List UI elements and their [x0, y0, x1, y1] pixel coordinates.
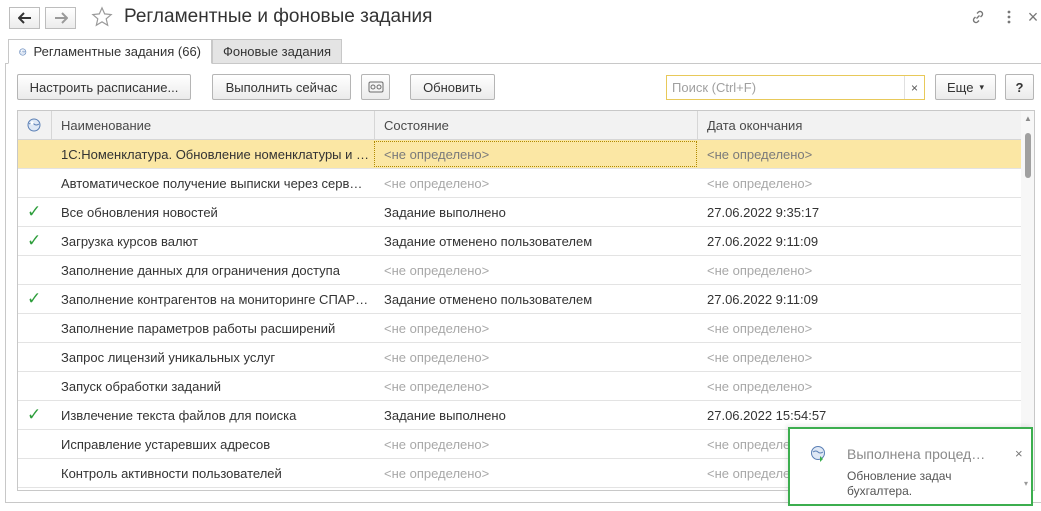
search-input[interactable] [670, 78, 900, 97]
job-name-cell [51, 488, 374, 490]
status-check-icon [18, 314, 51, 342]
job-state-cell: <не определено> [384, 146, 490, 162]
job-name-cell: Загрузка курсов валют [61, 233, 198, 249]
column-header-name[interactable]: Наименование [51, 111, 374, 139]
status-check-icon [18, 343, 51, 371]
tab-label: Фоновые задания [223, 44, 332, 59]
tab-scheduled-jobs[interactable]: Регламентные задания (66) [8, 39, 212, 64]
job-state-cell: Задание выполнено [384, 204, 506, 220]
run-now-button[interactable]: Выполнить сейчас [212, 74, 351, 100]
job-name-cell: 1С:Номенклатура. Обновление номенклатуры… [61, 146, 370, 162]
table-row[interactable]: ✓ Заполнение контрагентов на мониторинге … [18, 285, 1021, 314]
help-button[interactable]: ? [1005, 74, 1034, 100]
job-state-cell: <не определено> [384, 262, 490, 278]
job-name-cell: Запрос лицензий уникальных услуг [61, 349, 276, 365]
table-row[interactable]: ✓ Извлечение текста файлов для поиска Зада… [18, 401, 1021, 430]
job-state-cell: <не определено> [384, 320, 490, 336]
star-icon[interactable] [91, 6, 113, 28]
status-check-icon [18, 256, 51, 284]
vertical-dots-icon[interactable] [1000, 8, 1018, 26]
scroll-up-arrow-icon[interactable]: ▲ [1024, 115, 1032, 123]
table-row[interactable]: ✓ Все обновления новостей Задание выполнен… [18, 198, 1021, 227]
job-state-cell: Задание отменено пользователем [384, 291, 593, 307]
more-label: Еще [947, 79, 974, 95]
tab-background-jobs[interactable]: Фоновые задания [212, 39, 342, 64]
arrow-left-icon [17, 12, 31, 24]
refresh-button[interactable]: Обновить [410, 74, 495, 100]
job-state-cell: <не определено> [384, 378, 490, 394]
page-title: Регламентные и фоновые задания [124, 6, 433, 27]
globe-icon [19, 48, 27, 55]
column-header-icon[interactable] [18, 111, 51, 139]
status-check-icon: ✓ [27, 202, 42, 221]
tab-label: Регламентные задания (66) [33, 44, 201, 59]
job-name-cell: Заполнение параметров работы расширений [61, 320, 336, 336]
notification-text: Обновление задач бухгалтера. [847, 469, 952, 498]
table-row[interactable]: Заполнение параметров работы расширений <… [18, 314, 1021, 343]
status-check-icon [18, 169, 51, 197]
status-check-icon [18, 430, 51, 458]
job-end-date-cell: <не определено> [707, 262, 813, 278]
job-end-date-cell: <не определено> [707, 175, 813, 191]
more-button[interactable]: Еще ▾ [935, 74, 996, 100]
job-name-cell: Заполнение контрагентов на мониторинге С… [61, 291, 369, 307]
job-end-date-cell: 27.06.2022 9:35:17 [707, 204, 820, 220]
job-name-cell: Контроль активности пользователей [61, 465, 282, 481]
arrow-right-icon [54, 12, 68, 24]
notification-popup[interactable]: Выполнена процед… × Обновление задач бух… [788, 427, 1033, 506]
job-name-cell: Извлечение текста файлов для поиска [61, 407, 297, 423]
notification-title[interactable]: Выполнена процед… [847, 446, 985, 462]
job-state-cell: Задание отменено пользователем [384, 233, 593, 249]
forward-button[interactable] [45, 7, 76, 29]
job-name-cell: Исправление устаревших адресов [61, 436, 271, 452]
job-name-cell: Автоматическое получение выписки через с… [61, 175, 363, 191]
job-state-cell: <не определено> [384, 465, 490, 481]
link-icon[interactable] [969, 8, 987, 26]
job-end-date-cell: <не определено> [707, 349, 813, 365]
status-check-icon [18, 372, 51, 400]
job-name-cell: Запуск обработки заданий [61, 378, 222, 394]
status-check-icon [18, 140, 51, 168]
job-state-cell: <не определено> [384, 349, 490, 365]
job-end-date-cell: <не определено> [707, 378, 813, 394]
globe-icon [27, 118, 41, 132]
table-row[interactable]: Заполнение данных для ограничения доступ… [18, 256, 1021, 285]
job-end-date-cell: <не определено> [707, 146, 813, 162]
chevron-down-icon: ▾ [979, 81, 984, 92]
configure-schedule-button[interactable]: Настроить расписание... [17, 74, 191, 100]
status-check-icon: ✓ [27, 231, 42, 250]
job-state-cell: <не определено> [384, 175, 490, 191]
status-check-icon [18, 488, 51, 490]
table-row[interactable]: Запрос лицензий уникальных услуг <не опре… [18, 343, 1021, 372]
search-clear-button[interactable]: × [904, 76, 924, 99]
column-header-state[interactable]: Состояние [374, 111, 697, 139]
job-state-cell: <не определено> [384, 436, 490, 452]
table-row[interactable]: 1С:Номенклатура. Обновление номенклатуры… [18, 140, 1021, 169]
process-done-icon [811, 446, 825, 462]
job-state-cell: Задание выполнено [384, 407, 506, 423]
job-name-cell: Все обновления новостей [61, 204, 218, 220]
status-check-icon: ✓ [27, 289, 42, 308]
status-check-icon: ✓ [27, 405, 42, 424]
table-row[interactable]: ✓ Загрузка курсов валют Задание отменено п… [18, 227, 1021, 256]
status-check-icon [18, 459, 51, 487]
column-header-end-date[interactable]: Дата окончания [697, 111, 1021, 139]
search-field[interactable]: × [666, 75, 925, 100]
table-row[interactable]: Автоматическое получение выписки через с… [18, 169, 1021, 198]
job-end-date-cell: <не определено> [707, 320, 813, 336]
job-end-date-cell: 27.06.2022 15:54:57 [707, 407, 827, 423]
job-end-date-cell: 27.06.2022 9:11:09 [707, 291, 819, 307]
table-header: Наименование Состояние Дата окончания [18, 111, 1021, 140]
job-name-cell: Заполнение данных для ограничения доступ… [61, 262, 340, 278]
job-end-date-cell: 27.06.2022 9:11:09 [707, 233, 819, 249]
chevron-down-icon[interactable]: ▾ [1024, 479, 1028, 488]
scrollbar-thumb[interactable] [1025, 133, 1031, 178]
back-button[interactable] [9, 7, 40, 29]
notification-close-button[interactable]: × [1015, 446, 1023, 461]
close-button[interactable]: × [1024, 7, 1041, 27]
settings-button[interactable] [361, 74, 390, 100]
table-row[interactable]: Запуск обработки заданий <не определено> <… [18, 372, 1021, 401]
tape-icon [368, 81, 383, 93]
job-state-cell [374, 488, 697, 490]
